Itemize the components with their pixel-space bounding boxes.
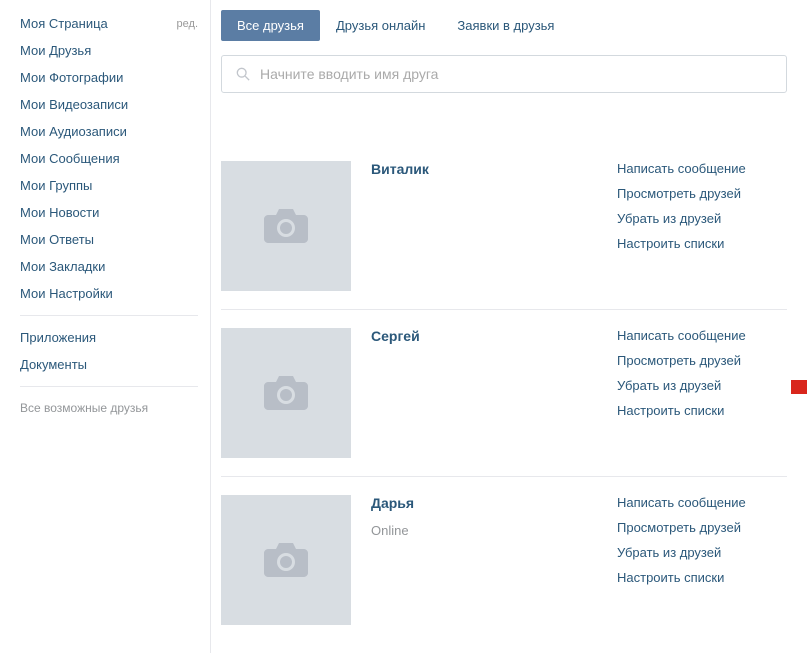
sidebar-item-photos[interactable]: Мои Фотографии bbox=[20, 64, 210, 91]
sidebar-item-label: Мои Настройки bbox=[20, 286, 113, 301]
sidebar-item-label: Мои Новости bbox=[20, 205, 99, 220]
sidebar-item-apps[interactable]: Приложения bbox=[20, 324, 210, 351]
friend-actions: Написать сообщение Просмотреть друзей Уб… bbox=[617, 161, 787, 291]
action-view-friends[interactable]: Просмотреть друзей bbox=[617, 186, 787, 201]
action-message[interactable]: Написать сообщение bbox=[617, 495, 787, 510]
sidebar-item-documents[interactable]: Документы bbox=[20, 351, 210, 378]
avatar[interactable] bbox=[221, 161, 351, 291]
sidebar: Моя Страница ред. Мои Друзья Мои Фотогра… bbox=[0, 0, 210, 653]
sidebar-edit-link[interactable]: ред. bbox=[177, 18, 198, 30]
search-box[interactable] bbox=[221, 55, 787, 93]
tabs: Все друзья Друзья онлайн Заявки в друзья bbox=[221, 10, 787, 41]
action-message[interactable]: Написать сообщение bbox=[617, 161, 787, 176]
sidebar-item-label: Моя Страница bbox=[20, 16, 108, 31]
friend-info: Сергей bbox=[371, 328, 597, 458]
friend-name[interactable]: Дарья bbox=[371, 495, 597, 511]
sidebar-item-label: Мои Сообщения bbox=[20, 151, 120, 166]
action-view-friends[interactable]: Просмотреть друзей bbox=[617, 353, 787, 368]
action-remove-friend[interactable]: Убрать из друзей bbox=[617, 211, 787, 226]
action-remove-friend[interactable]: Убрать из друзей bbox=[617, 545, 787, 560]
sidebar-item-my-page[interactable]: Моя Страница ред. bbox=[20, 10, 210, 37]
sidebar-item-audio[interactable]: Мои Аудиозаписи bbox=[20, 118, 210, 145]
action-configure-lists[interactable]: Настроить списки bbox=[617, 403, 787, 418]
friend-info: Дарья Online bbox=[371, 495, 597, 625]
friend-status: Online bbox=[371, 523, 597, 538]
friend-row: Сергей Написать сообщение Просмотреть др… bbox=[221, 310, 787, 477]
sidebar-divider bbox=[20, 315, 198, 316]
avatar[interactable] bbox=[221, 495, 351, 625]
friend-name[interactable]: Виталик bbox=[371, 161, 597, 177]
sidebar-item-label: Мои Ответы bbox=[20, 232, 94, 247]
camera-icon bbox=[260, 372, 312, 414]
sidebar-item-news[interactable]: Мои Новости bbox=[20, 199, 210, 226]
camera-icon bbox=[260, 539, 312, 581]
sidebar-item-label: Мои Друзья bbox=[20, 43, 91, 58]
action-view-friends[interactable]: Просмотреть друзей bbox=[617, 520, 787, 535]
sidebar-item-label: Мои Группы bbox=[20, 178, 92, 193]
friend-info: Виталик bbox=[371, 161, 597, 291]
friend-row: Виталик Написать сообщение Просмотреть д… bbox=[221, 143, 787, 310]
camera-icon bbox=[260, 205, 312, 247]
sidebar-item-label: Документы bbox=[20, 357, 87, 372]
avatar[interactable] bbox=[221, 328, 351, 458]
sidebar-item-label: Мои Закладки bbox=[20, 259, 105, 274]
sidebar-item-label: Приложения bbox=[20, 330, 96, 345]
action-remove-friend[interactable]: Убрать из друзей bbox=[617, 378, 787, 393]
action-message[interactable]: Написать сообщение bbox=[617, 328, 787, 343]
search-input[interactable] bbox=[260, 66, 772, 82]
sidebar-item-label: Мои Аудиозаписи bbox=[20, 124, 127, 139]
tab-all-friends[interactable]: Все друзья bbox=[221, 10, 320, 41]
tab-friend-requests[interactable]: Заявки в друзья bbox=[441, 10, 570, 41]
sidebar-divider bbox=[20, 386, 198, 387]
sidebar-item-friends[interactable]: Мои Друзья bbox=[20, 37, 210, 64]
friend-actions: Написать сообщение Просмотреть друзей Уб… bbox=[617, 328, 787, 458]
sidebar-item-videos[interactable]: Мои Видеозаписи bbox=[20, 91, 210, 118]
main-content: Все друзья Друзья онлайн Заявки в друзья… bbox=[210, 0, 807, 653]
sidebar-item-answers[interactable]: Мои Ответы bbox=[20, 226, 210, 253]
search-icon bbox=[236, 67, 250, 81]
tab-online-friends[interactable]: Друзья онлайн bbox=[320, 10, 441, 41]
sidebar-possible-friends[interactable]: Все возможные друзья bbox=[20, 395, 210, 421]
sidebar-item-groups[interactable]: Мои Группы bbox=[20, 172, 210, 199]
sidebar-item-label: Мои Видеозаписи bbox=[20, 97, 128, 112]
sidebar-item-bookmarks[interactable]: Мои Закладки bbox=[20, 253, 210, 280]
sidebar-item-messages[interactable]: Мои Сообщения bbox=[20, 145, 210, 172]
friend-row: Дарья Online Написать сообщение Просмотр… bbox=[221, 477, 787, 643]
action-configure-lists[interactable]: Настроить списки bbox=[617, 236, 787, 251]
sidebar-item-label: Мои Фотографии bbox=[20, 70, 123, 85]
arrow-right-icon bbox=[791, 370, 807, 404]
action-configure-lists[interactable]: Настроить списки bbox=[617, 570, 787, 585]
friend-name[interactable]: Сергей bbox=[371, 328, 597, 344]
friend-actions: Написать сообщение Просмотреть друзей Уб… bbox=[617, 495, 787, 625]
sidebar-item-settings[interactable]: Мои Настройки bbox=[20, 280, 210, 307]
